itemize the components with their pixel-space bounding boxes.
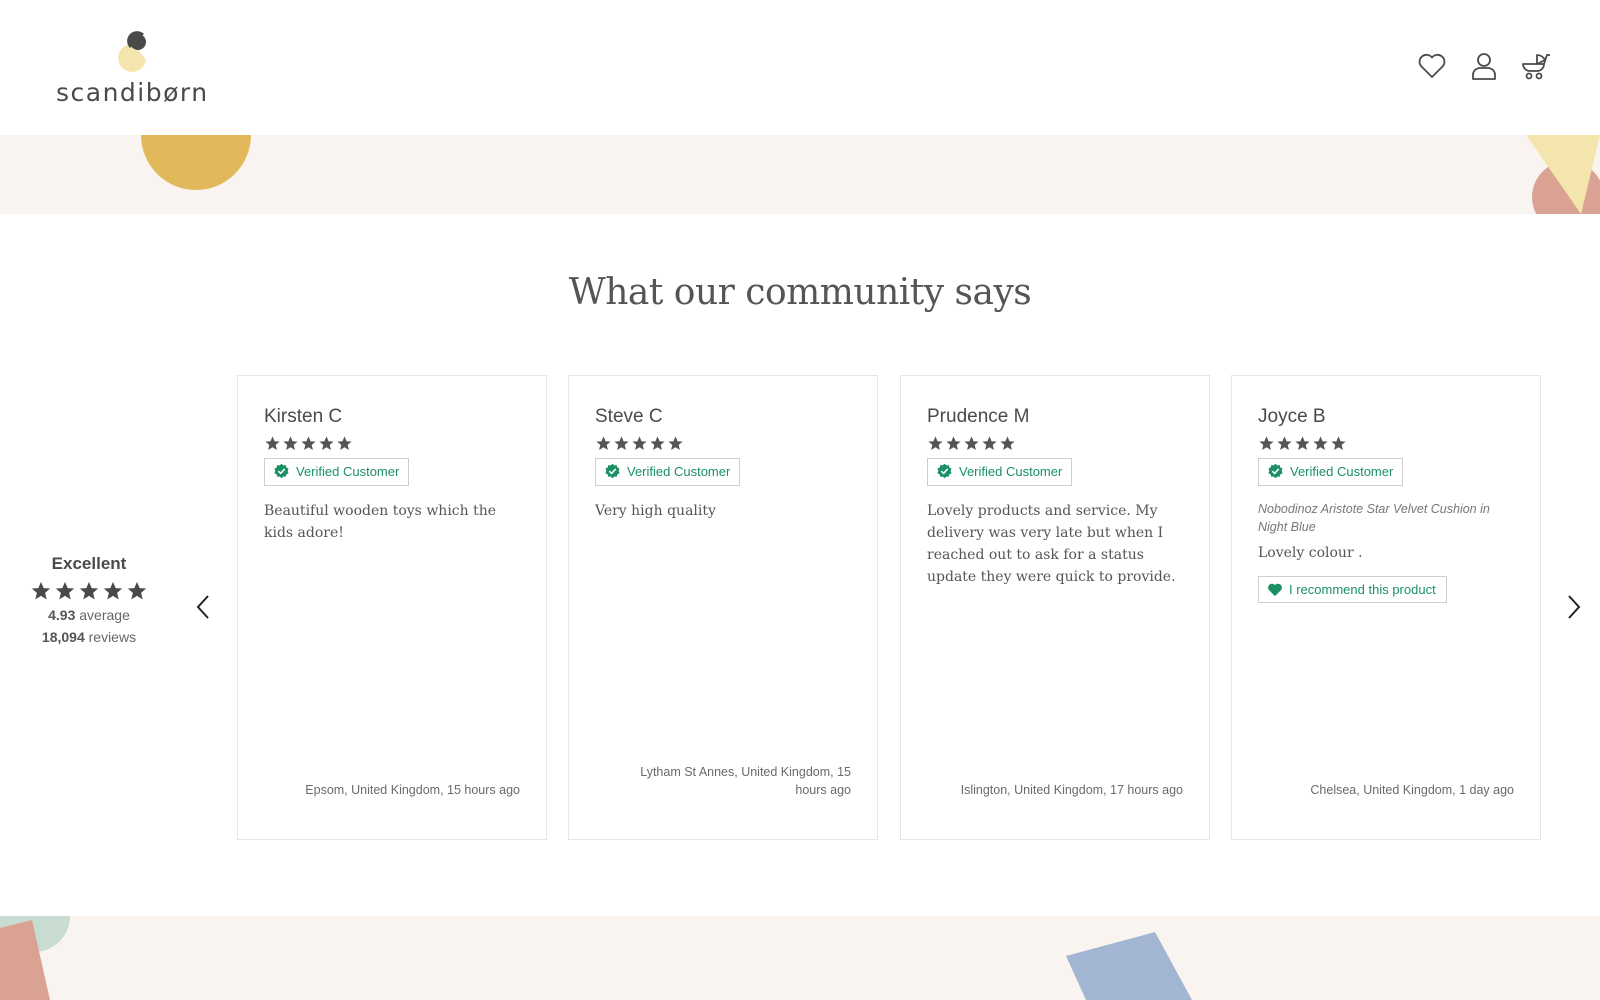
reviewer-name: Steve C xyxy=(595,406,663,427)
average-value: 4.93 xyxy=(48,607,76,623)
star-icon xyxy=(265,436,280,451)
reviews-value: 18,094 xyxy=(41,629,85,645)
site-header: scandibørn xyxy=(0,0,1600,135)
rating-label: Excellent xyxy=(51,554,127,573)
logo[interactable]: scandibørn xyxy=(56,28,226,108)
badge-label: Verified Customer xyxy=(1290,464,1394,479)
user-icon[interactable] xyxy=(1468,50,1500,82)
star-icon xyxy=(55,581,75,600)
recommend-label: I recommend this product xyxy=(1289,582,1436,597)
logo-mark-icon xyxy=(118,31,146,72)
review-card: Steve C Verified Customer Very high qual… xyxy=(568,375,878,840)
recommend-badge: I recommend this product xyxy=(1258,576,1447,603)
chevron-right-icon[interactable] xyxy=(1563,592,1587,622)
review-count: 18,094 reviews xyxy=(24,628,154,646)
star-icon xyxy=(1000,436,1015,451)
logo-wordmark: scandibørn xyxy=(56,78,209,107)
star-icon xyxy=(301,436,316,451)
star-icon xyxy=(668,436,683,451)
star-icon xyxy=(650,436,665,451)
decorative-shapes-top xyxy=(141,135,1600,214)
decorative-band-bottom xyxy=(0,916,1600,1000)
review-text: Beautiful wooden toys which the kids ado… xyxy=(264,503,497,541)
review-carousel: Kirsten C Verified Customer Beautiful wo… xyxy=(237,375,1541,840)
decorative-band-top xyxy=(0,135,1600,214)
review-stars xyxy=(595,435,851,452)
star-icon xyxy=(946,436,961,451)
reviewer-name: Prudence M xyxy=(927,406,1030,427)
reviewed-product: Nobodinoz Aristote Star Velvet Cushion i… xyxy=(1258,502,1490,534)
cart-icon[interactable] xyxy=(1520,50,1552,82)
review-location: Islington, United Kingdom, 17 hours ago xyxy=(960,783,1183,797)
review-text: Lovely colour . xyxy=(1258,545,1363,561)
average-rating: 4.93 average xyxy=(24,606,154,624)
verified-badge: Verified Customer xyxy=(927,458,1073,486)
star-icon xyxy=(1295,436,1310,451)
reviewer-name: Joyce B xyxy=(1258,406,1326,427)
review-card: Joyce B Verified Customer Nobodinoz Aris… xyxy=(1231,375,1541,840)
star-icon xyxy=(1259,436,1274,451)
review-stars xyxy=(1258,435,1514,452)
heart-icon[interactable] xyxy=(1416,50,1448,82)
star-icon xyxy=(337,436,352,451)
star-icon xyxy=(632,436,647,451)
star-icon xyxy=(982,436,997,451)
verified-check-icon xyxy=(605,463,620,479)
decorative-shapes-bottom xyxy=(0,916,1192,1000)
star-icon xyxy=(127,581,147,600)
verified-check-icon xyxy=(274,463,289,479)
summary-stars xyxy=(24,580,154,602)
star-icon xyxy=(928,436,943,451)
section-title: What our community says xyxy=(568,272,1032,313)
star-icon xyxy=(614,436,629,451)
star-icon xyxy=(1313,436,1328,451)
star-icon xyxy=(1277,436,1292,451)
review-stars xyxy=(927,435,1183,452)
star-icon xyxy=(79,581,99,600)
star-icon xyxy=(103,581,123,600)
header-actions xyxy=(1416,50,1552,82)
badge-label: Verified Customer xyxy=(627,464,731,479)
review-card: Kirsten C Verified Customer Beautiful wo… xyxy=(237,375,547,840)
verified-check-icon xyxy=(1268,463,1283,479)
verified-badge: Verified Customer xyxy=(1258,458,1404,486)
review-stars xyxy=(264,435,520,452)
badge-label: Verified Customer xyxy=(296,464,400,479)
star-icon xyxy=(1331,436,1346,451)
verified-badge: Verified Customer xyxy=(264,458,410,486)
star-icon xyxy=(596,436,611,451)
star-icon xyxy=(31,581,51,600)
star-icon xyxy=(319,436,334,451)
verified-check-icon xyxy=(937,463,952,479)
review-location: Epsom, United Kingdom, 15 hours ago xyxy=(305,783,520,797)
verified-badge: Verified Customer xyxy=(595,458,741,486)
review-text: Lovely products and service. My delivery… xyxy=(927,503,1176,585)
review-location: Chelsea, United Kingdom, 1 day ago xyxy=(1310,783,1514,797)
badge-label: Verified Customer xyxy=(959,464,1063,479)
heart-icon xyxy=(1268,583,1282,597)
review-text: Very high quality xyxy=(595,503,716,519)
reviews-label: reviews xyxy=(88,629,137,645)
star-icon xyxy=(283,436,298,451)
review-card: Prudence M Verified Customer Lovely prod… xyxy=(900,375,1210,840)
reviewer-name: Kirsten C xyxy=(264,406,343,427)
average-label: average xyxy=(79,607,130,623)
rating-summary[interactable]: Excellent 4.93 average 18,094 reviews xyxy=(24,554,154,646)
star-icon xyxy=(964,436,979,451)
review-location: Lytham St Annes, United Kingdom, 15 hour… xyxy=(640,765,851,797)
chevron-left-icon[interactable] xyxy=(192,592,216,622)
